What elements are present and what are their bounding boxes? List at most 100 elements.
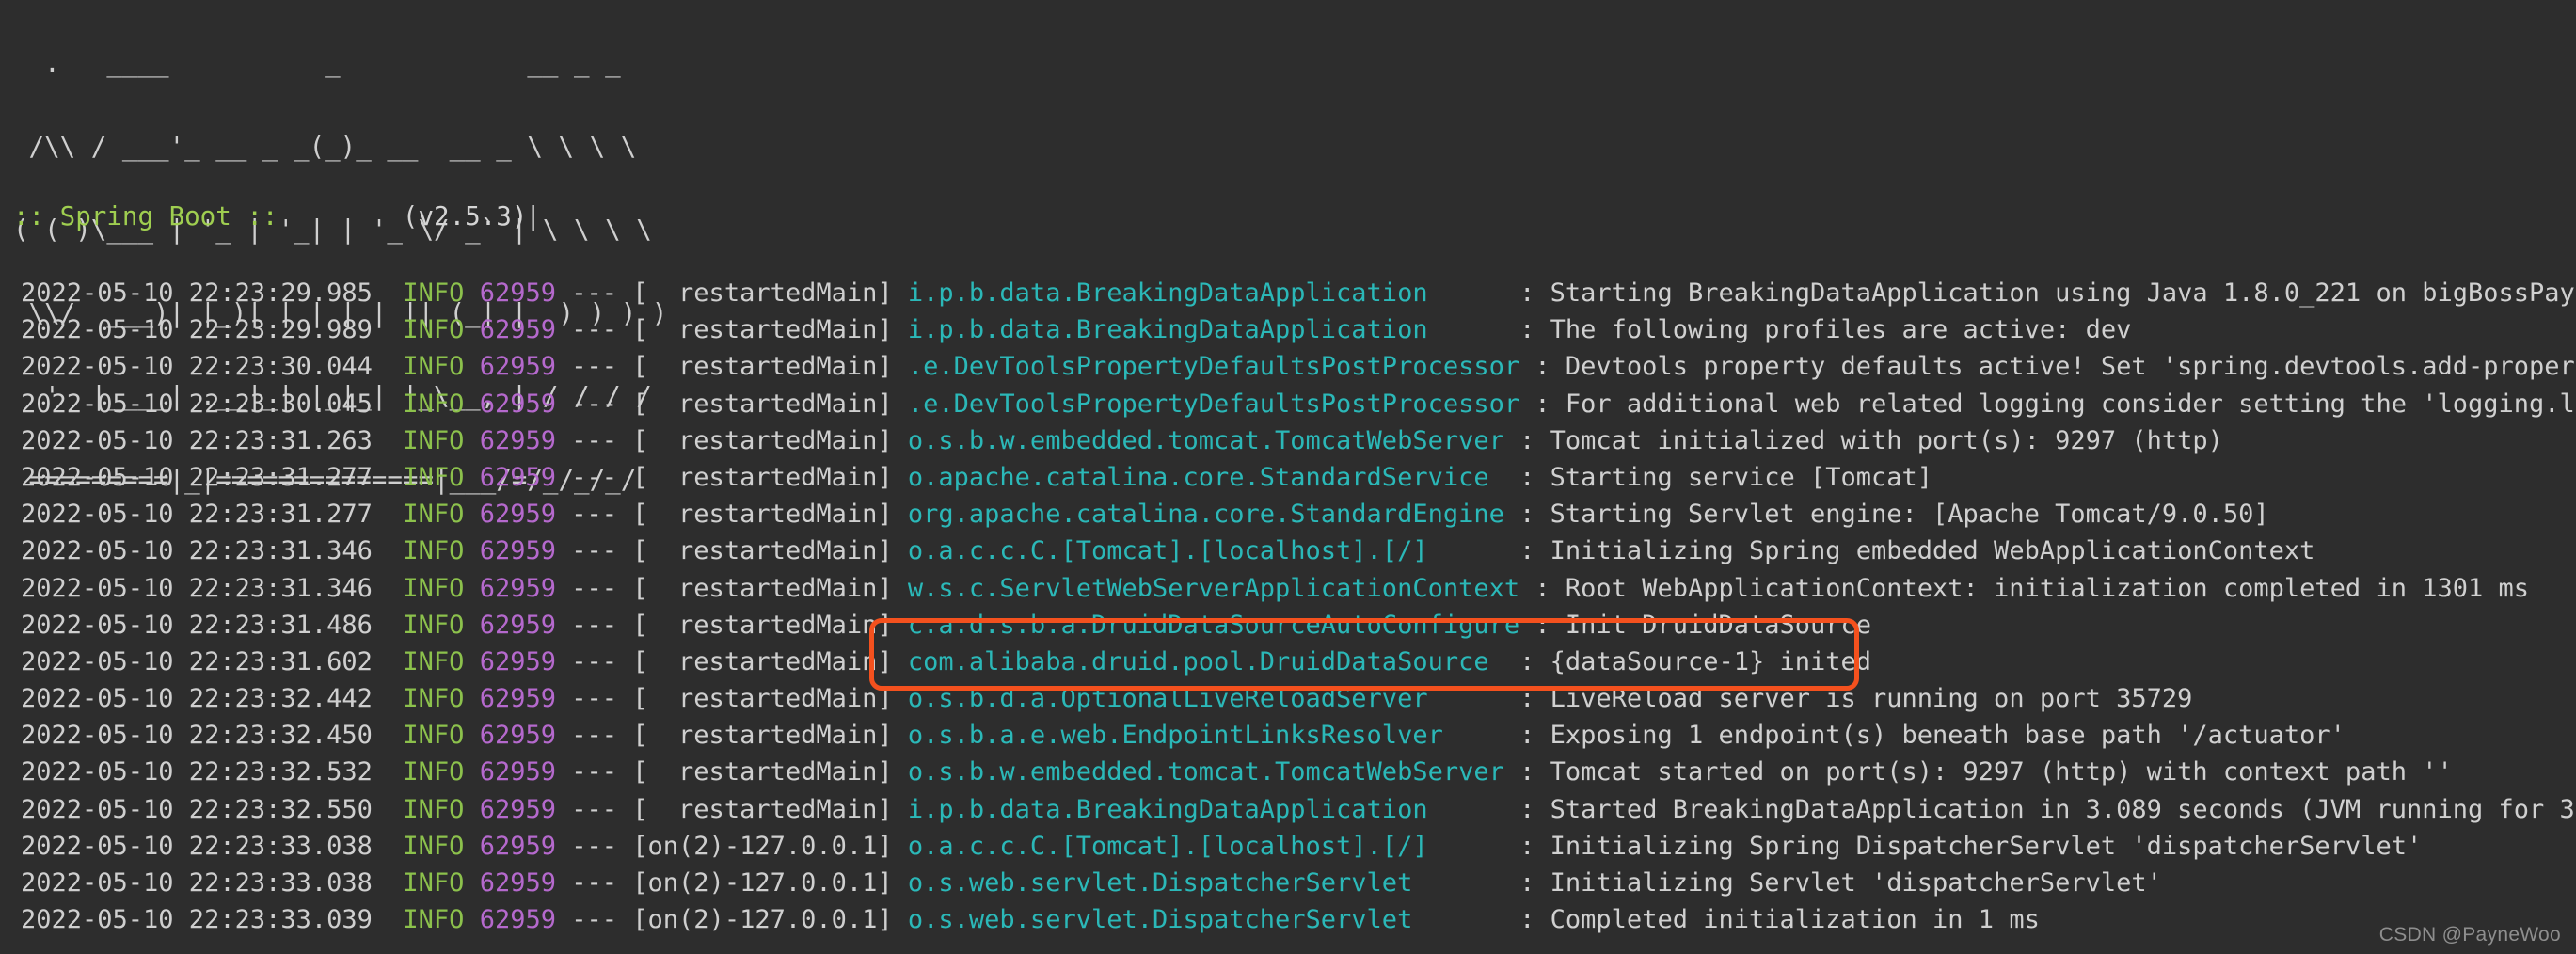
log-message: Tomcat initialized with port(s): 9297 (h… bbox=[1550, 425, 2223, 455]
log-process-id: 62959 bbox=[479, 573, 556, 603]
log-line: 2022-05-10 22:23:31.486 INFO 62959 --- [… bbox=[0, 607, 2576, 644]
log-logger-name: i.p.b.data.BreakingDataApplication bbox=[907, 315, 1428, 345]
log-line: 2022-05-10 22:23:31.346 INFO 62959 --- [… bbox=[0, 533, 2576, 569]
log-logger-name: i.p.b.data.BreakingDataApplication bbox=[907, 278, 1428, 308]
banner-line: . ____ _ __ _ _ bbox=[13, 48, 621, 78]
log-line: 2022-05-10 22:23:30.045 INFO 62959 --- [… bbox=[0, 386, 2576, 422]
log-message-separator: : bbox=[1519, 831, 1535, 861]
log-level: INFO bbox=[403, 500, 465, 530]
log-line: 2022-05-10 22:23:32.442 INFO 62959 --- [… bbox=[0, 680, 2576, 717]
log-level: INFO bbox=[403, 315, 465, 345]
log-thread-name: [ restartedMain] bbox=[632, 721, 893, 751]
log-thread-name: [ restartedMain] bbox=[632, 684, 893, 714]
log-logger-name: o.apache.catalina.core.StandardService bbox=[907, 462, 1489, 492]
log-separator-dashes: --- bbox=[571, 794, 618, 824]
log-line: 2022-05-10 22:23:32.450 INFO 62959 --- [… bbox=[0, 717, 2576, 754]
log-thread-name: [on(2)-127.0.0.1] bbox=[632, 868, 893, 898]
log-level: INFO bbox=[403, 462, 465, 492]
log-process-id: 62959 bbox=[479, 831, 556, 861]
log-timestamp: 2022-05-10 22:23:31.277 bbox=[21, 500, 373, 530]
log-logger-name: .e.DevToolsPropertyDefaultsPostProcessor bbox=[907, 352, 1520, 382]
log-level: INFO bbox=[403, 352, 465, 382]
log-timestamp: 2022-05-10 22:23:32.450 bbox=[21, 721, 373, 751]
log-level: INFO bbox=[403, 905, 465, 935]
log-message: Devtools property defaults active! Set '… bbox=[1565, 352, 2576, 382]
log-logger-name: o.s.b.w.embedded.tomcat.TomcatWebServer bbox=[907, 757, 1504, 787]
log-separator-dashes: --- bbox=[571, 389, 618, 419]
log-thread-name: [ restartedMain] bbox=[632, 536, 893, 566]
log-timestamp: 2022-05-10 22:23:33.038 bbox=[21, 868, 373, 898]
log-separator-dashes: --- bbox=[571, 905, 618, 935]
log-message: Exposing 1 endpoint(s) beneath base path… bbox=[1550, 721, 2345, 751]
log-separator-dashes: --- bbox=[571, 684, 618, 714]
log-timestamp: 2022-05-10 22:23:32.550 bbox=[21, 794, 373, 824]
console-log-viewport: . ____ _ __ _ _ /\\ / ___'_ __ _ _(_)_ _… bbox=[0, 0, 2576, 954]
log-process-id: 62959 bbox=[479, 794, 556, 824]
log-logger-name: o.a.c.c.C.[Tomcat].[localhost].[/] bbox=[907, 831, 1428, 861]
log-message: Tomcat started on port(s): 9297 (http) w… bbox=[1550, 757, 2453, 787]
log-level: INFO bbox=[403, 425, 465, 455]
log-separator-dashes: --- bbox=[571, 831, 618, 861]
log-level: INFO bbox=[403, 536, 465, 566]
log-process-id: 62959 bbox=[479, 646, 556, 676]
log-logger-name: i.p.b.data.BreakingDataApplication bbox=[907, 794, 1428, 824]
log-separator-dashes: --- bbox=[571, 646, 618, 676]
log-thread-name: [ restartedMain] bbox=[632, 610, 893, 640]
log-thread-name: [on(2)-127.0.0.1] bbox=[632, 905, 893, 935]
log-process-id: 62959 bbox=[479, 868, 556, 898]
log-timestamp: 2022-05-10 22:23:32.532 bbox=[21, 757, 373, 787]
log-thread-name: [ restartedMain] bbox=[632, 573, 893, 603]
log-line: 2022-05-10 22:23:32.550 INFO 62959 --- [… bbox=[0, 791, 2576, 828]
log-thread-name: [ restartedMain] bbox=[632, 462, 893, 492]
log-message-separator: : bbox=[1534, 573, 1550, 603]
log-message: Started BreakingDataApplication in 3.089… bbox=[1550, 794, 2576, 824]
log-message: LiveReload server is running on port 357… bbox=[1550, 684, 2193, 714]
log-process-id: 62959 bbox=[479, 905, 556, 935]
log-timestamp: 2022-05-10 22:23:31.346 bbox=[21, 573, 373, 603]
log-separator-dashes: --- bbox=[571, 278, 618, 308]
spring-boot-version-value: (v2.5.3) bbox=[402, 201, 528, 231]
log-level: INFO bbox=[403, 610, 465, 640]
log-message-separator: : bbox=[1519, 684, 1535, 714]
log-line: 2022-05-10 22:23:31.277 INFO 62959 --- [… bbox=[0, 459, 2576, 496]
log-line: 2022-05-10 22:23:33.038 INFO 62959 --- [… bbox=[0, 865, 2576, 901]
log-thread-name: [on(2)-127.0.0.1] bbox=[632, 831, 893, 861]
log-timestamp: 2022-05-10 22:23:31.486 bbox=[21, 610, 373, 640]
log-separator-dashes: --- bbox=[571, 500, 618, 530]
log-output: 2022-05-10 22:23:29.985 INFO 62959 --- [… bbox=[0, 275, 2576, 938]
csdn-watermark: CSDN @PayneWoo bbox=[2378, 924, 2561, 946]
log-line: 2022-05-10 22:23:29.985 INFO 62959 --- [… bbox=[0, 275, 2576, 311]
log-process-id: 62959 bbox=[479, 462, 556, 492]
log-message: Init DruidDataSource bbox=[1565, 610, 1872, 640]
log-separator-dashes: --- bbox=[571, 536, 618, 566]
log-logger-name: o.s.b.d.a.OptionalLiveReloadServer bbox=[907, 684, 1428, 714]
spring-boot-product-label: :: Spring Boot :: bbox=[13, 201, 278, 231]
log-message: For additional web related logging consi… bbox=[1565, 389, 2576, 419]
log-logger-name: o.s.b.w.embedded.tomcat.TomcatWebServer bbox=[907, 425, 1504, 455]
log-message-separator: : bbox=[1519, 868, 1535, 898]
log-separator-dashes: --- bbox=[571, 573, 618, 603]
log-level: INFO bbox=[403, 868, 465, 898]
log-process-id: 62959 bbox=[479, 315, 556, 345]
banner-line: /\\ / ___'_ __ _ _(_)_ __ __ _ \ \ \ \ bbox=[13, 131, 637, 162]
log-message: Initializing Servlet 'dispatcherServlet' bbox=[1550, 868, 2162, 898]
log-line: 2022-05-10 22:23:31.277 INFO 62959 --- [… bbox=[0, 496, 2576, 533]
log-line: 2022-05-10 22:23:31.346 INFO 62959 --- [… bbox=[0, 570, 2576, 607]
text-cursor: | bbox=[525, 201, 541, 231]
log-timestamp: 2022-05-10 22:23:29.989 bbox=[21, 315, 373, 345]
log-timestamp: 2022-05-10 22:23:29.985 bbox=[21, 278, 373, 308]
log-level: INFO bbox=[403, 757, 465, 787]
log-message: Initializing Spring embedded WebApplicat… bbox=[1550, 536, 2315, 566]
log-line: 2022-05-10 22:23:31.263 INFO 62959 --- [… bbox=[0, 422, 2576, 459]
log-level: INFO bbox=[403, 794, 465, 824]
log-message: Completed initialization in 1 ms bbox=[1550, 905, 2040, 935]
log-timestamp: 2022-05-10 22:23:31.346 bbox=[21, 536, 373, 566]
log-timestamp: 2022-05-10 22:23:31.602 bbox=[21, 646, 373, 676]
log-thread-name: [ restartedMain] bbox=[632, 794, 893, 824]
log-separator-dashes: --- bbox=[571, 721, 618, 751]
log-timestamp: 2022-05-10 22:23:32.442 bbox=[21, 684, 373, 714]
log-level: INFO bbox=[403, 721, 465, 751]
log-logger-name: o.s.b.a.e.web.EndpointLinksResolver bbox=[907, 721, 1443, 751]
log-separator-dashes: --- bbox=[571, 610, 618, 640]
log-message: Initializing Spring DispatcherServlet 'd… bbox=[1550, 831, 2423, 861]
